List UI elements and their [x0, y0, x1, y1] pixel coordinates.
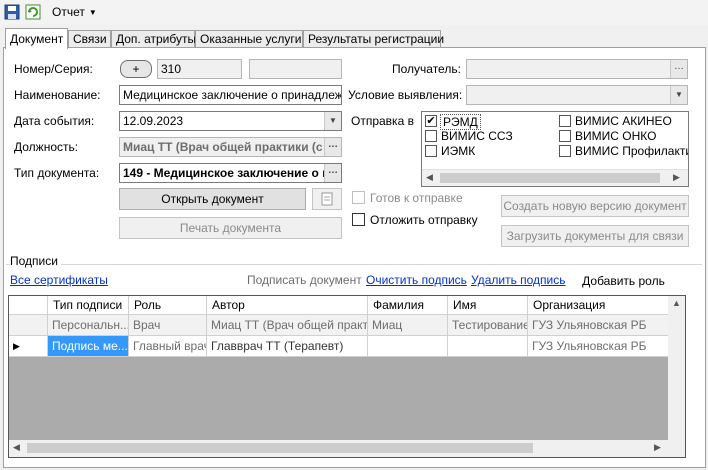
document-icon — [321, 192, 333, 206]
event-date-value: 12.09.2023 — [123, 114, 184, 128]
detection-condition-select[interactable]: ▼ — [466, 85, 688, 105]
cell-first-name[interactable]: Тестирование — [448, 315, 528, 336]
cell-signature-type[interactable]: Персональн... — [48, 315, 129, 336]
grid-horizontal-scrollbar[interactable]: ◀ ▶ — [9, 440, 669, 457]
cell-author[interactable]: Миац ТТ (Врач общей практ... — [207, 315, 368, 336]
cell-organization[interactable]: ГУЗ Ульяновская РБ — [528, 336, 669, 357]
all-certificates-link[interactable]: Все сертификаты — [10, 273, 108, 287]
detection-condition-label: Условие выявления: — [348, 88, 463, 102]
print-document-button[interactable]: Печать документа — [119, 217, 342, 239]
tab-document[interactable]: Документ — [5, 28, 68, 49]
send-targets-list[interactable]: ✔ РЭМД ВИМИС АКИНЕО ВИМИС ССЗ ВИМИС ОНКО… — [421, 111, 689, 187]
document-icon-button[interactable] — [312, 188, 342, 210]
cell-organization[interactable]: ГУЗ Ульяновская РБ — [528, 315, 669, 336]
row-header[interactable] — [9, 315, 48, 336]
recipient-field[interactable]: … — [466, 59, 688, 79]
checkbox-icon[interactable] — [425, 130, 437, 142]
ready-to-send-label: Готов к отправке — [370, 191, 463, 205]
signatures-grid: Тип подписи Роль Автор Фамилия Имя Орган… — [8, 295, 686, 458]
column-header-author[interactable]: Автор — [207, 296, 368, 315]
name-field[interactable]: Медицинское заключение о принадлежно — [119, 85, 342, 105]
column-header-first-name[interactable]: Имя — [448, 296, 528, 315]
cell-last-name[interactable]: Миац — [368, 315, 448, 336]
checkbox-icon[interactable] — [425, 145, 437, 157]
ellipsis-icon[interactable]: … — [324, 138, 341, 156]
upload-documents-button[interactable]: Загрузить документы для связи — [501, 225, 689, 247]
number-field[interactable]: 310 — [157, 59, 242, 79]
chevron-down-icon: ▼ — [88, 8, 97, 17]
refresh-icon[interactable] — [25, 4, 41, 20]
event-date-label: Дата события: — [14, 114, 95, 128]
chevron-down-icon[interactable]: ▼ — [324, 112, 341, 130]
position-label: Должность: — [14, 140, 79, 154]
grid-corner-header — [9, 296, 48, 315]
report-menu[interactable]: Отчет ▼ — [50, 3, 99, 21]
column-header-role[interactable]: Роль — [129, 296, 207, 315]
tab-strip: Документ Связи Доп. атрибуты Оказанные у… — [0, 28, 708, 49]
signatures-title: Подписи — [10, 253, 61, 269]
chevron-left-icon[interactable]: ◀ — [426, 172, 433, 183]
cell-author[interactable]: Главврач ТТ (Терапевт) — [207, 336, 368, 357]
save-icon[interactable] — [4, 4, 20, 20]
checkbox-icon[interactable] — [559, 115, 571, 127]
horizontal-scrollbar[interactable]: ◀ ▶ — [422, 169, 688, 186]
series-field[interactable] — [249, 59, 342, 79]
cell-role[interactable]: Врач — [129, 315, 207, 336]
toolbar: Отчет ▼ — [0, 0, 708, 25]
position-value: Миац ТТ (Врач общей практики (с — [123, 140, 323, 154]
current-row-indicator-icon[interactable]: ▶ — [9, 336, 48, 357]
chevron-left-icon[interactable]: ◀ — [13, 442, 20, 453]
checkbox-icon[interactable] — [559, 145, 571, 157]
tab-services[interactable]: Оказанные услуги — [195, 30, 303, 48]
chevron-down-icon[interactable]: ▼ — [670, 86, 687, 104]
tab-extra-attributes[interactable]: Доп. атрибуты — [111, 30, 196, 48]
scrollbar-thumb[interactable] — [27, 443, 533, 453]
number-label: Номер/Серия: — [14, 62, 93, 76]
ready-to-send-checkbox[interactable] — [352, 191, 365, 204]
chevron-right-icon[interactable]: ▶ — [654, 442, 661, 453]
clear-signature-link[interactable]: Очистить подпись — [366, 273, 467, 287]
cell-role[interactable]: Главный врач — [129, 336, 207, 357]
column-header-last-name[interactable]: Фамилия — [368, 296, 448, 315]
postpone-send-checkbox[interactable] — [352, 213, 365, 226]
postpone-send-label: Отложить отправку — [370, 213, 478, 227]
open-document-button[interactable]: Открыть документ — [119, 188, 306, 210]
checkbox-icon[interactable] — [559, 130, 571, 142]
cell-first-name[interactable] — [448, 336, 528, 357]
chevron-up-icon[interactable]: ▲ — [672, 298, 681, 308]
delete-signature-link[interactable]: Удалить подпись — [471, 273, 566, 287]
column-header-signature-type[interactable]: Тип подписи — [48, 296, 129, 315]
send-to-label: Отправка в — [351, 114, 414, 128]
position-field[interactable]: Миац ТТ (Врач общей практики (с … — [119, 137, 342, 157]
create-version-button[interactable]: Создать новую версию документ — [501, 195, 689, 217]
ellipsis-icon[interactable]: … — [324, 164, 341, 182]
event-date-field[interactable]: 12.09.2023 ▼ — [119, 111, 342, 131]
tab-registration-results[interactable]: Результаты регистрации — [303, 30, 444, 48]
add-number-button[interactable]: + — [120, 60, 152, 78]
signatures-group-border — [6, 264, 702, 265]
column-header-organization[interactable]: Организация — [528, 296, 669, 315]
report-menu-label: Отчет — [52, 5, 85, 19]
scrollbar-thumb[interactable] — [440, 173, 660, 183]
tab-links[interactable]: Связи — [68, 30, 111, 48]
name-label: Наименование: — [14, 88, 101, 102]
doc-type-label: Тип документа: — [14, 166, 100, 180]
checkbox-checked-icon[interactable]: ✔ — [425, 115, 437, 127]
vertical-scrollbar[interactable]: ▲ — [668, 296, 685, 457]
doc-type-field[interactable]: 149 - Медицинское заключение о п … — [119, 163, 342, 183]
doc-type-value: 149 - Медицинское заключение о п — [123, 166, 330, 180]
cell-signature-type[interactable]: Подпись ме... — [48, 336, 129, 357]
ellipsis-icon[interactable]: … — [670, 60, 687, 78]
recipient-label: Получатель: — [392, 62, 461, 76]
chevron-right-icon[interactable]: ▶ — [673, 172, 680, 183]
cell-last-name[interactable] — [368, 336, 448, 357]
sign-document-link[interactable]: Подписать документ — [247, 273, 362, 287]
add-role-button[interactable]: Добавить роль — [568, 268, 679, 294]
